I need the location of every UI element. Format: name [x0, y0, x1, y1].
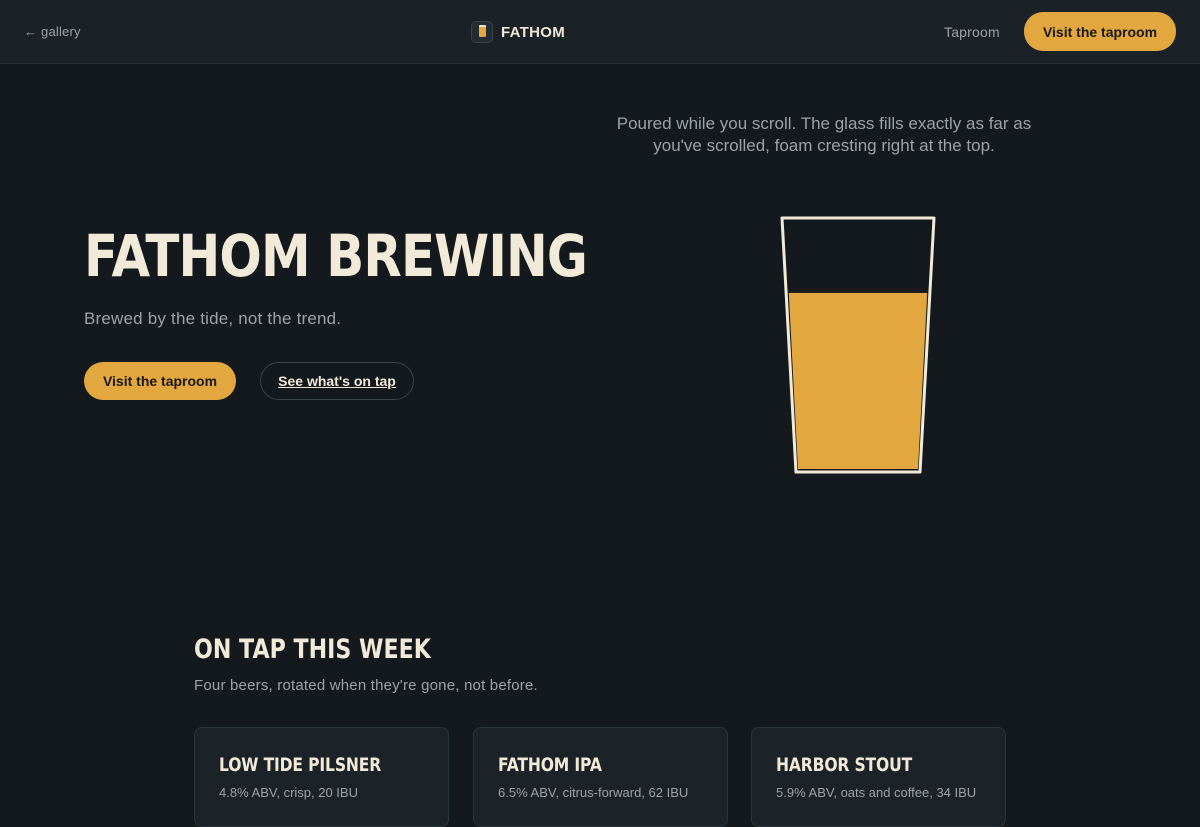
hero-tagline: Brewed by the tide, not the trend.: [84, 309, 342, 328]
see-on-tap-button[interactable]: See what's on tap: [260, 362, 414, 400]
beer-details: 6.5% ABV, citrus-forward, 62 IBU: [498, 785, 689, 800]
on-tap-section-title: ON TAP THIS WEEK: [194, 634, 431, 665]
on-tap-section-subtitle: Four beers, rotated when they're gone, n…: [194, 677, 538, 694]
beer-card[interactable]: HARBOR STOUT 5.9% ABV, oats and coffee, …: [751, 727, 1006, 827]
hero-visit-taproom-button[interactable]: Visit the taproom: [84, 362, 236, 400]
back-to-gallery-link[interactable]: ← gallery: [24, 24, 81, 39]
beer-name: FATHOM IPA: [498, 754, 602, 776]
intro-copy: Poured while you scroll. The glass fills…: [616, 114, 1032, 155]
beer-card[interactable]: LOW TIDE PILSNER 4.8% ABV, crisp, 20 IBU: [194, 727, 449, 827]
hero-title: FATHOM BREWING: [84, 222, 588, 290]
beer-card[interactable]: FATHOM IPA 6.5% ABV, citrus-forward, 62 …: [473, 727, 728, 827]
nav-link-taproom[interactable]: Taproom: [944, 24, 1000, 40]
beer-name: HARBOR STOUT: [776, 754, 913, 776]
header-visit-taproom-button[interactable]: Visit the taproom: [1024, 12, 1176, 51]
beer-name: LOW TIDE PILSNER: [219, 754, 382, 776]
beer-fill-level: [785, 292, 931, 469]
brand-logo[interactable]: FATHOM: [471, 21, 565, 43]
top-bar: ← gallery FATHOM Taproom Visit the tapro…: [0, 0, 1200, 64]
brand-name: FATHOM: [501, 23, 566, 41]
beer-details: 5.9% ABV, oats and coffee, 34 IBU: [776, 785, 977, 800]
beer-glass-icon: [471, 21, 493, 43]
beer-details: 4.8% ABV, crisp, 20 IBU: [219, 785, 358, 800]
pint-glass-illustration: [780, 216, 936, 474]
